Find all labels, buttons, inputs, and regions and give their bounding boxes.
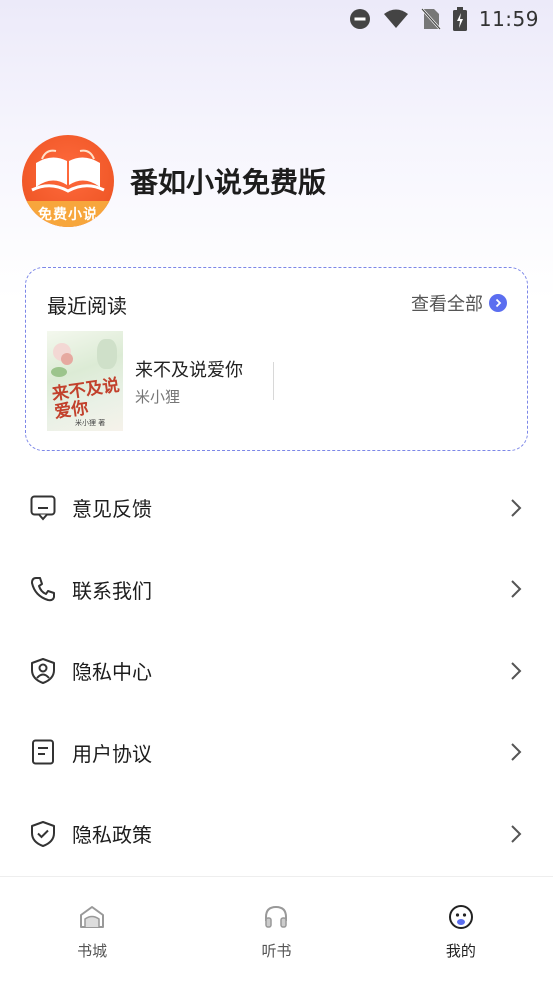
feedback-icon: [28, 493, 58, 523]
book-title: 来不及说爱你: [135, 359, 243, 381]
recent-reading-title: 最近阅读: [47, 294, 127, 318]
see-all-label: 查看全部: [411, 294, 483, 315]
app-name: 番如小说免费版: [130, 166, 327, 199]
chevron-right-icon: [509, 742, 523, 762]
chevron-right-icon: [509, 661, 523, 681]
status-bar: 11:59: [0, 0, 553, 38]
menu-label: 意见反馈: [72, 497, 152, 522]
see-all-button[interactable]: 查看全部: [411, 290, 507, 316]
menu-item-contact[interactable]: 联系我们: [0, 549, 553, 631]
bottom-navigation: 书城 听书 我的: [0, 876, 553, 983]
profile-header: 免费小说 番如小说免费版: [22, 135, 326, 227]
tab-label: 听书: [261, 942, 292, 960]
chevron-right-icon: [509, 498, 523, 518]
book-author: 米小狸: [135, 387, 181, 406]
menu-item-privacy-center[interactable]: 隐私中心: [0, 630, 553, 712]
tab-label: 书城: [77, 942, 108, 960]
recent-reading-card: 最近阅读 查看全部 来不及说爱你 米小狸 著 来不及说爱你 米小狸: [25, 267, 528, 451]
battery-charging-icon: [452, 7, 467, 31]
cover-figure: [97, 339, 117, 369]
chevron-right-circle-icon: [489, 294, 507, 312]
book-info: 来不及说爱你 米小狸: [135, 356, 243, 407]
menu-item-privacy-policy[interactable]: 隐私政策: [0, 793, 553, 875]
menu-item-feedback[interactable]: 意见反馈: [0, 467, 553, 549]
chevron-right-icon: [509, 579, 523, 599]
phone-icon: [28, 574, 58, 604]
recent-book-item[interactable]: 来不及说爱你 米小狸 著 来不及说爱你 米小狸: [47, 331, 274, 431]
menu-label: 隐私中心: [72, 660, 152, 685]
avatar-label: 免费小说: [22, 201, 114, 227]
cover-title: 来不及说爱你: [50, 375, 121, 423]
tab-listen[interactable]: 听书: [184, 877, 368, 983]
do-not-disturb-icon: [349, 8, 371, 30]
cover-flower: [61, 353, 73, 365]
settings-menu: 意见反馈 联系我们 隐私中心 用户协议 隐私政策: [0, 467, 553, 875]
tab-bookstore[interactable]: 书城: [0, 877, 184, 983]
book-cover[interactable]: 来不及说爱你 米小狸 著: [47, 331, 123, 431]
profile-face-icon: [448, 904, 474, 934]
bookstore-icon: [79, 904, 105, 934]
menu-label: 隐私政策: [72, 823, 152, 848]
tab-label: 我的: [445, 942, 476, 960]
menu-label: 用户协议: [72, 741, 152, 766]
divider: [273, 362, 274, 400]
chevron-right-icon: [509, 824, 523, 844]
menu-item-user-agreement[interactable]: 用户协议: [0, 712, 553, 794]
avatar[interactable]: 免费小说: [22, 135, 114, 227]
no-sim-icon: [420, 8, 441, 30]
menu-label: 联系我们: [72, 578, 152, 603]
shield-check-icon: [28, 819, 58, 849]
cover-leaf: [51, 367, 67, 377]
wifi-icon: [383, 9, 409, 29]
status-time: 11:59: [478, 7, 539, 31]
privacy-shield-user-icon: [28, 656, 58, 686]
document-icon: [28, 737, 58, 767]
cover-author: 米小狸 著: [75, 419, 106, 427]
tab-mine[interactable]: 我的: [369, 877, 553, 983]
headphones-icon: [263, 904, 289, 934]
